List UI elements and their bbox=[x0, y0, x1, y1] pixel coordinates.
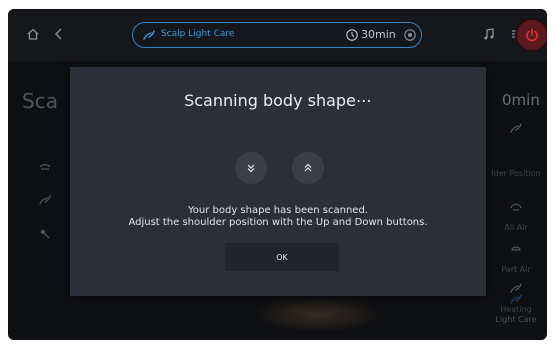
dialog-message-line-2: Adjust the shoulder position with the Up… bbox=[128, 217, 428, 228]
scalp-care-icon bbox=[143, 30, 155, 40]
timer-label: 30min bbox=[361, 28, 396, 41]
scan-dialog: Scanning body shape⋯ Your body shape has… bbox=[70, 67, 486, 296]
mode-label: Scalp Light Care bbox=[161, 29, 235, 39]
shoulder-down-button[interactable] bbox=[235, 152, 267, 184]
ok-button[interactable]: OK bbox=[225, 243, 339, 271]
dialog-message: Your body shape has been scanned. Adjust… bbox=[70, 205, 486, 229]
shoulder-up-button[interactable] bbox=[292, 152, 324, 184]
chevron-double-up-icon bbox=[304, 163, 312, 172]
top-bar: Scalp Light Care 30min bbox=[8, 9, 547, 61]
power-button[interactable] bbox=[517, 20, 547, 50]
home-icon[interactable] bbox=[22, 23, 44, 45]
massage-screen: Scalp Light Care 30min Sca 0min lder Pos… bbox=[8, 9, 547, 340]
back-icon[interactable] bbox=[48, 23, 70, 45]
timer-extra-icon[interactable] bbox=[403, 28, 417, 42]
chevron-double-down-icon bbox=[247, 164, 255, 173]
mode-selector[interactable]: Scalp Light Care 30min bbox=[132, 22, 422, 48]
power-icon bbox=[526, 28, 538, 42]
music-icon[interactable] bbox=[478, 23, 500, 45]
clock-icon bbox=[346, 29, 358, 41]
dialog-title: Scanning body shape⋯ bbox=[184, 91, 372, 110]
dialog-message-line-1: Your body shape has been scanned. bbox=[187, 205, 368, 216]
